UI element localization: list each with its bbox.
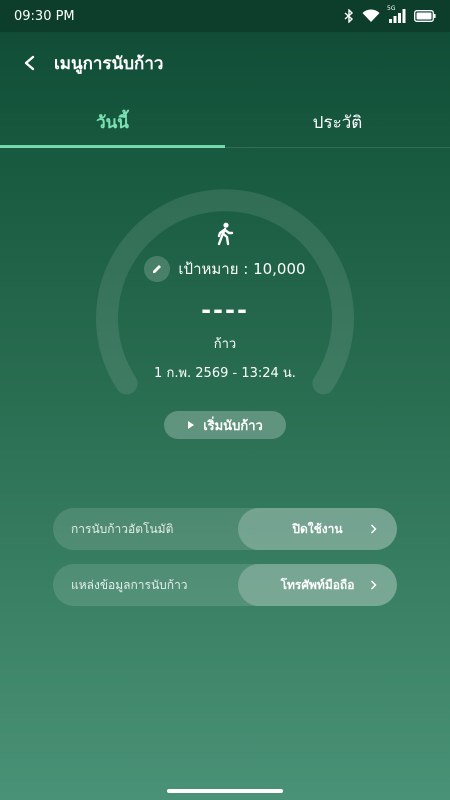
network-type-label: 5G bbox=[387, 5, 396, 12]
step-source-value-button[interactable]: โทรศัพท์มือถือ bbox=[238, 564, 397, 606]
status-bar: 09:30 PM 5G bbox=[0, 0, 450, 32]
edit-goal-button[interactable] bbox=[144, 256, 171, 282]
back-button[interactable] bbox=[16, 49, 44, 77]
tab-today[interactable]: วันนี้ bbox=[0, 96, 225, 148]
tab-divider bbox=[0, 147, 450, 148]
status-icons: 5G bbox=[344, 5, 436, 23]
step-count: ---- bbox=[201, 296, 249, 324]
tab-today-label: วันนี้ bbox=[96, 112, 129, 133]
tab-history-label: ประวัติ bbox=[312, 112, 363, 133]
goal-label: เป้าหมาย : 10,000 bbox=[178, 260, 306, 278]
walking-person-icon bbox=[214, 222, 236, 246]
back-arrow-icon bbox=[24, 55, 35, 71]
play-icon bbox=[188, 421, 195, 429]
start-counting-label: เริ่มนับก้าว bbox=[203, 418, 263, 434]
step-source-label: แหล่งข้อมูลการนับก้าว bbox=[71, 577, 188, 592]
tab-bar: วันนี้ ประวัติ bbox=[0, 96, 450, 148]
cellular-signal-icon: 5G bbox=[387, 5, 406, 23]
goal-row: เป้าหมาย : 10,000 bbox=[0, 256, 450, 282]
auto-count-value-button[interactable]: ปิดใช้งาน bbox=[238, 508, 397, 550]
start-counting-button[interactable]: เริ่มนับก้าว bbox=[164, 411, 286, 439]
pencil-icon bbox=[153, 265, 162, 273]
date-time: 1 ก.พ. 2569 - 13:24 น. bbox=[154, 366, 296, 381]
auto-count-value: ปิดใช้งาน bbox=[292, 521, 343, 536]
battery-icon bbox=[414, 10, 436, 22]
page-title: เมนูการนับก้าว bbox=[54, 53, 164, 74]
tab-history[interactable]: ประวัติ bbox=[225, 96, 450, 148]
auto-count-setting[interactable]: การนับก้าวอัตโนมัติ ปิดใช้งาน bbox=[53, 508, 397, 550]
auto-count-label: การนับก้าวอัตโนมัติ bbox=[71, 521, 174, 536]
wifi-icon bbox=[362, 9, 380, 23]
chevron-right-icon bbox=[370, 524, 377, 534]
step-unit: ก้าว bbox=[213, 337, 237, 352]
step-source-value: โทรศัพท์มือถือ bbox=[280, 577, 355, 592]
app-bar: เมนูการนับก้าว bbox=[0, 32, 450, 94]
chevron-right-icon bbox=[370, 580, 377, 590]
step-source-setting[interactable]: แหล่งข้อมูลการนับก้าว โทรศัพท์มือถือ bbox=[53, 564, 397, 606]
bluetooth-icon bbox=[344, 9, 354, 23]
status-time: 09:30 PM bbox=[14, 8, 75, 24]
home-indicator[interactable] bbox=[167, 789, 283, 793]
